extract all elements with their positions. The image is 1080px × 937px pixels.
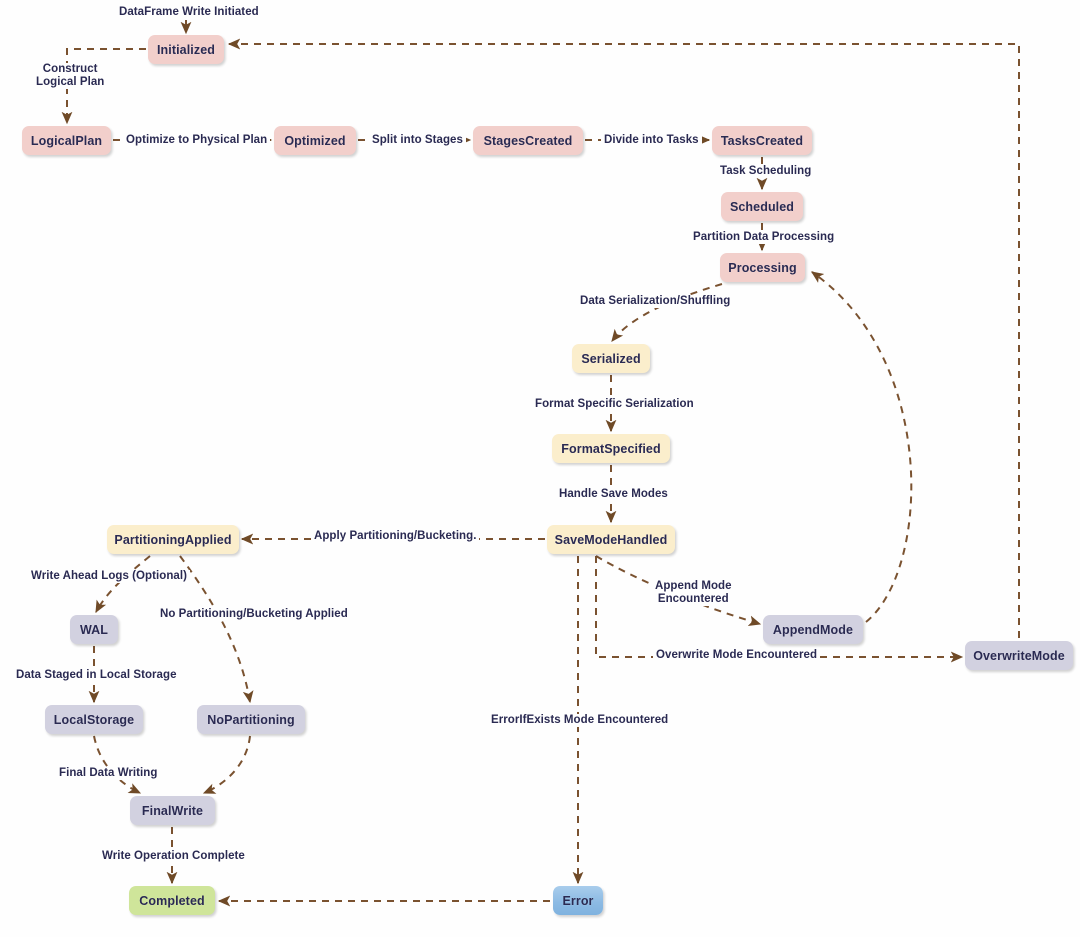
edge-label-overwriteEnc: Overwrite Mode Encountered [653, 649, 821, 662]
node-optimized[interactable]: Optimized [274, 126, 356, 155]
edge-label-taskSched: Task Scheduling [717, 165, 815, 178]
edge-partitioningapplied-wal [95, 555, 151, 614]
node-serialized[interactable]: Serialized [572, 344, 650, 373]
diagram-canvas: Initialized LogicalPlan Optimized StagesCre… [0, 0, 1080, 937]
edge-localstorage-finalwrite [93, 735, 142, 794]
edge-label-construct: Construct Logical Plan [33, 63, 108, 89]
node-wal[interactable]: WAL [70, 615, 118, 644]
node-logicalplan[interactable]: LogicalPlan [22, 126, 111, 155]
node-processing[interactable]: Processing [720, 253, 805, 282]
edge-label-applyPart: Apply Partitioning/Bucketing. [311, 530, 480, 543]
node-nopartitioning[interactable]: NoPartitioning [197, 705, 305, 734]
edge-label-partitionProc: Partition Data Processing [690, 231, 838, 244]
edge-label-handleSave: Handle Save Modes [556, 488, 671, 501]
edge-label-staged: Data Staged in Local Storage [13, 669, 180, 682]
edge-label-dataSer: Data Serialization/Shuffling [577, 295, 734, 308]
node-formatspecified[interactable]: FormatSpecified [552, 434, 670, 463]
node-finalwrite[interactable]: FinalWrite [130, 796, 215, 825]
edge-label-wal: Write Ahead Logs (Optional) [28, 570, 190, 583]
edge-label-appendEnc: Append Mode Encountered [652, 580, 735, 606]
node-appendmode[interactable]: AppendMode [763, 615, 863, 644]
edge-processing-serialized [611, 283, 723, 342]
edge-label-finalData: Final Data Writing [56, 767, 161, 780]
node-stagescreated[interactable]: StagesCreated [473, 126, 583, 155]
edge-label-split: Split into Stages [369, 134, 466, 147]
edge-label-noPart: No Partitioning/Bucketing Applied [157, 608, 351, 621]
node-initialized[interactable]: Initialized [148, 35, 224, 64]
edge-partitioningapplied-nopartitioning [179, 555, 254, 704]
node-scheduled[interactable]: Scheduled [721, 192, 803, 221]
node-savemodehandled[interactable]: SaveModeHandled [547, 525, 675, 554]
edge-label-start: DataFrame Write Initiated [116, 6, 262, 19]
edge-nopartitioning-finalwrite [202, 735, 251, 794]
edge-label-optimize: Optimize to Physical Plan [123, 134, 271, 147]
edge-appendmode-processing [811, 271, 913, 623]
node-error[interactable]: Error [553, 886, 603, 915]
node-completed[interactable]: Completed [129, 886, 215, 915]
edge-label-formatSer: Format Specific Serialization [532, 398, 697, 411]
node-localstorage[interactable]: LocalStorage [45, 705, 143, 734]
node-overwritemode[interactable]: OverwriteMode [965, 641, 1073, 670]
edge-label-divide: Divide into Tasks [601, 134, 702, 147]
edge-label-errorIfExists: ErrorIfExists Mode Encountered [488, 714, 672, 727]
node-taskscreated[interactable]: TasksCreated [712, 126, 812, 155]
edge-label-writeComplete: Write Operation Complete [99, 850, 248, 863]
node-partitioningapplied[interactable]: PartitioningApplied [107, 525, 239, 554]
